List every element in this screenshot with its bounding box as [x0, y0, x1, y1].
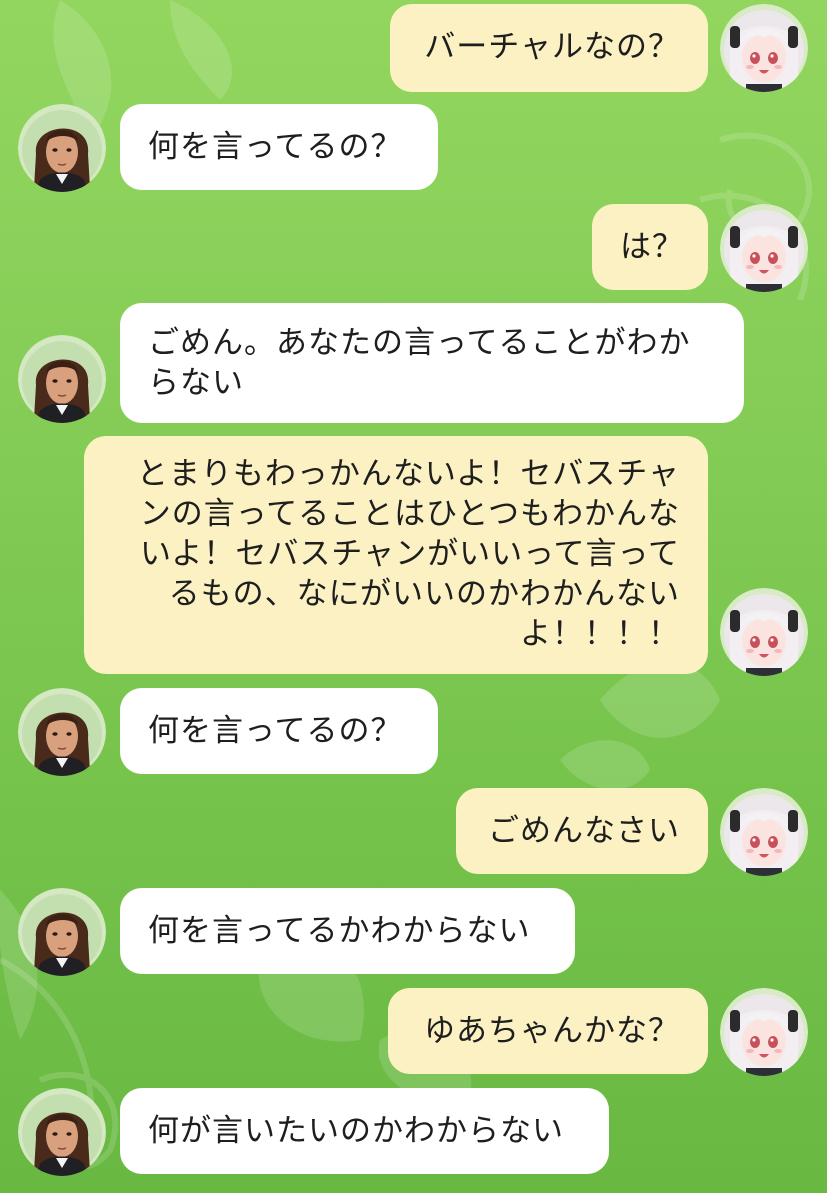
anime-girl-avatar-icon[interactable]: [720, 788, 808, 876]
message-row-outgoing: は？: [0, 204, 827, 292]
man-portrait-avatar-icon[interactable]: [18, 335, 106, 423]
anime-girl-avatar-icon[interactable]: [720, 588, 808, 676]
message-row-incoming: ごめん。あなたの言ってることがわか らない: [0, 303, 827, 425]
message-row-outgoing: ゆあちゃんかな？: [0, 988, 827, 1076]
outgoing-message-bubble[interactable]: は？: [592, 204, 708, 290]
anime-girl-avatar-icon[interactable]: [720, 204, 808, 292]
incoming-message-bubble[interactable]: 何を言ってるかわからない: [120, 888, 575, 974]
message-row-outgoing: バーチャルなの？: [0, 4, 827, 92]
outgoing-message-bubble[interactable]: バーチャルなの？: [390, 4, 708, 92]
message-row-incoming: 何を言ってるかわからない: [0, 888, 827, 976]
man-portrait-avatar-icon[interactable]: [18, 688, 106, 776]
man-portrait-avatar-icon[interactable]: [18, 1088, 106, 1176]
man-portrait-avatar-icon[interactable]: [18, 104, 106, 192]
outgoing-message-bubble[interactable]: ゆあちゃんかな？: [388, 988, 708, 1074]
incoming-message-bubble[interactable]: 何を言ってるの？: [120, 688, 438, 774]
incoming-message-bubble[interactable]: 何を言ってるの？: [120, 104, 438, 190]
message-row-incoming: 何を言ってるの？: [0, 104, 827, 192]
outgoing-message-bubble[interactable]: とまりもわっかんないよ！セバスチャ ンの言ってることはひとつもわかんな いよ！セ…: [84, 436, 708, 674]
incoming-message-bubble[interactable]: 何が言いたいのかわからない: [120, 1088, 609, 1174]
message-row-incoming: 何を言ってるの？: [0, 688, 827, 776]
message-row-outgoing: とまりもわっかんないよ！セバスチャ ンの言ってることはひとつもわかんな いよ！セ…: [0, 436, 827, 676]
anime-girl-avatar-icon[interactable]: [720, 988, 808, 1076]
incoming-message-bubble[interactable]: ごめん。あなたの言ってることがわか らない: [120, 303, 744, 423]
chat-conversation: バーチャルなの？ 何を言ってるの？ は？ ごめん。あなたの言ってることがわか ら…: [0, 0, 827, 1193]
man-portrait-avatar-icon[interactable]: [18, 888, 106, 976]
message-row-outgoing: ごめんなさい: [0, 788, 827, 876]
message-row-incoming: 何が言いたいのかわからない: [0, 1088, 827, 1176]
anime-girl-avatar-icon[interactable]: [720, 4, 808, 92]
outgoing-message-bubble[interactable]: ごめんなさい: [456, 788, 708, 874]
